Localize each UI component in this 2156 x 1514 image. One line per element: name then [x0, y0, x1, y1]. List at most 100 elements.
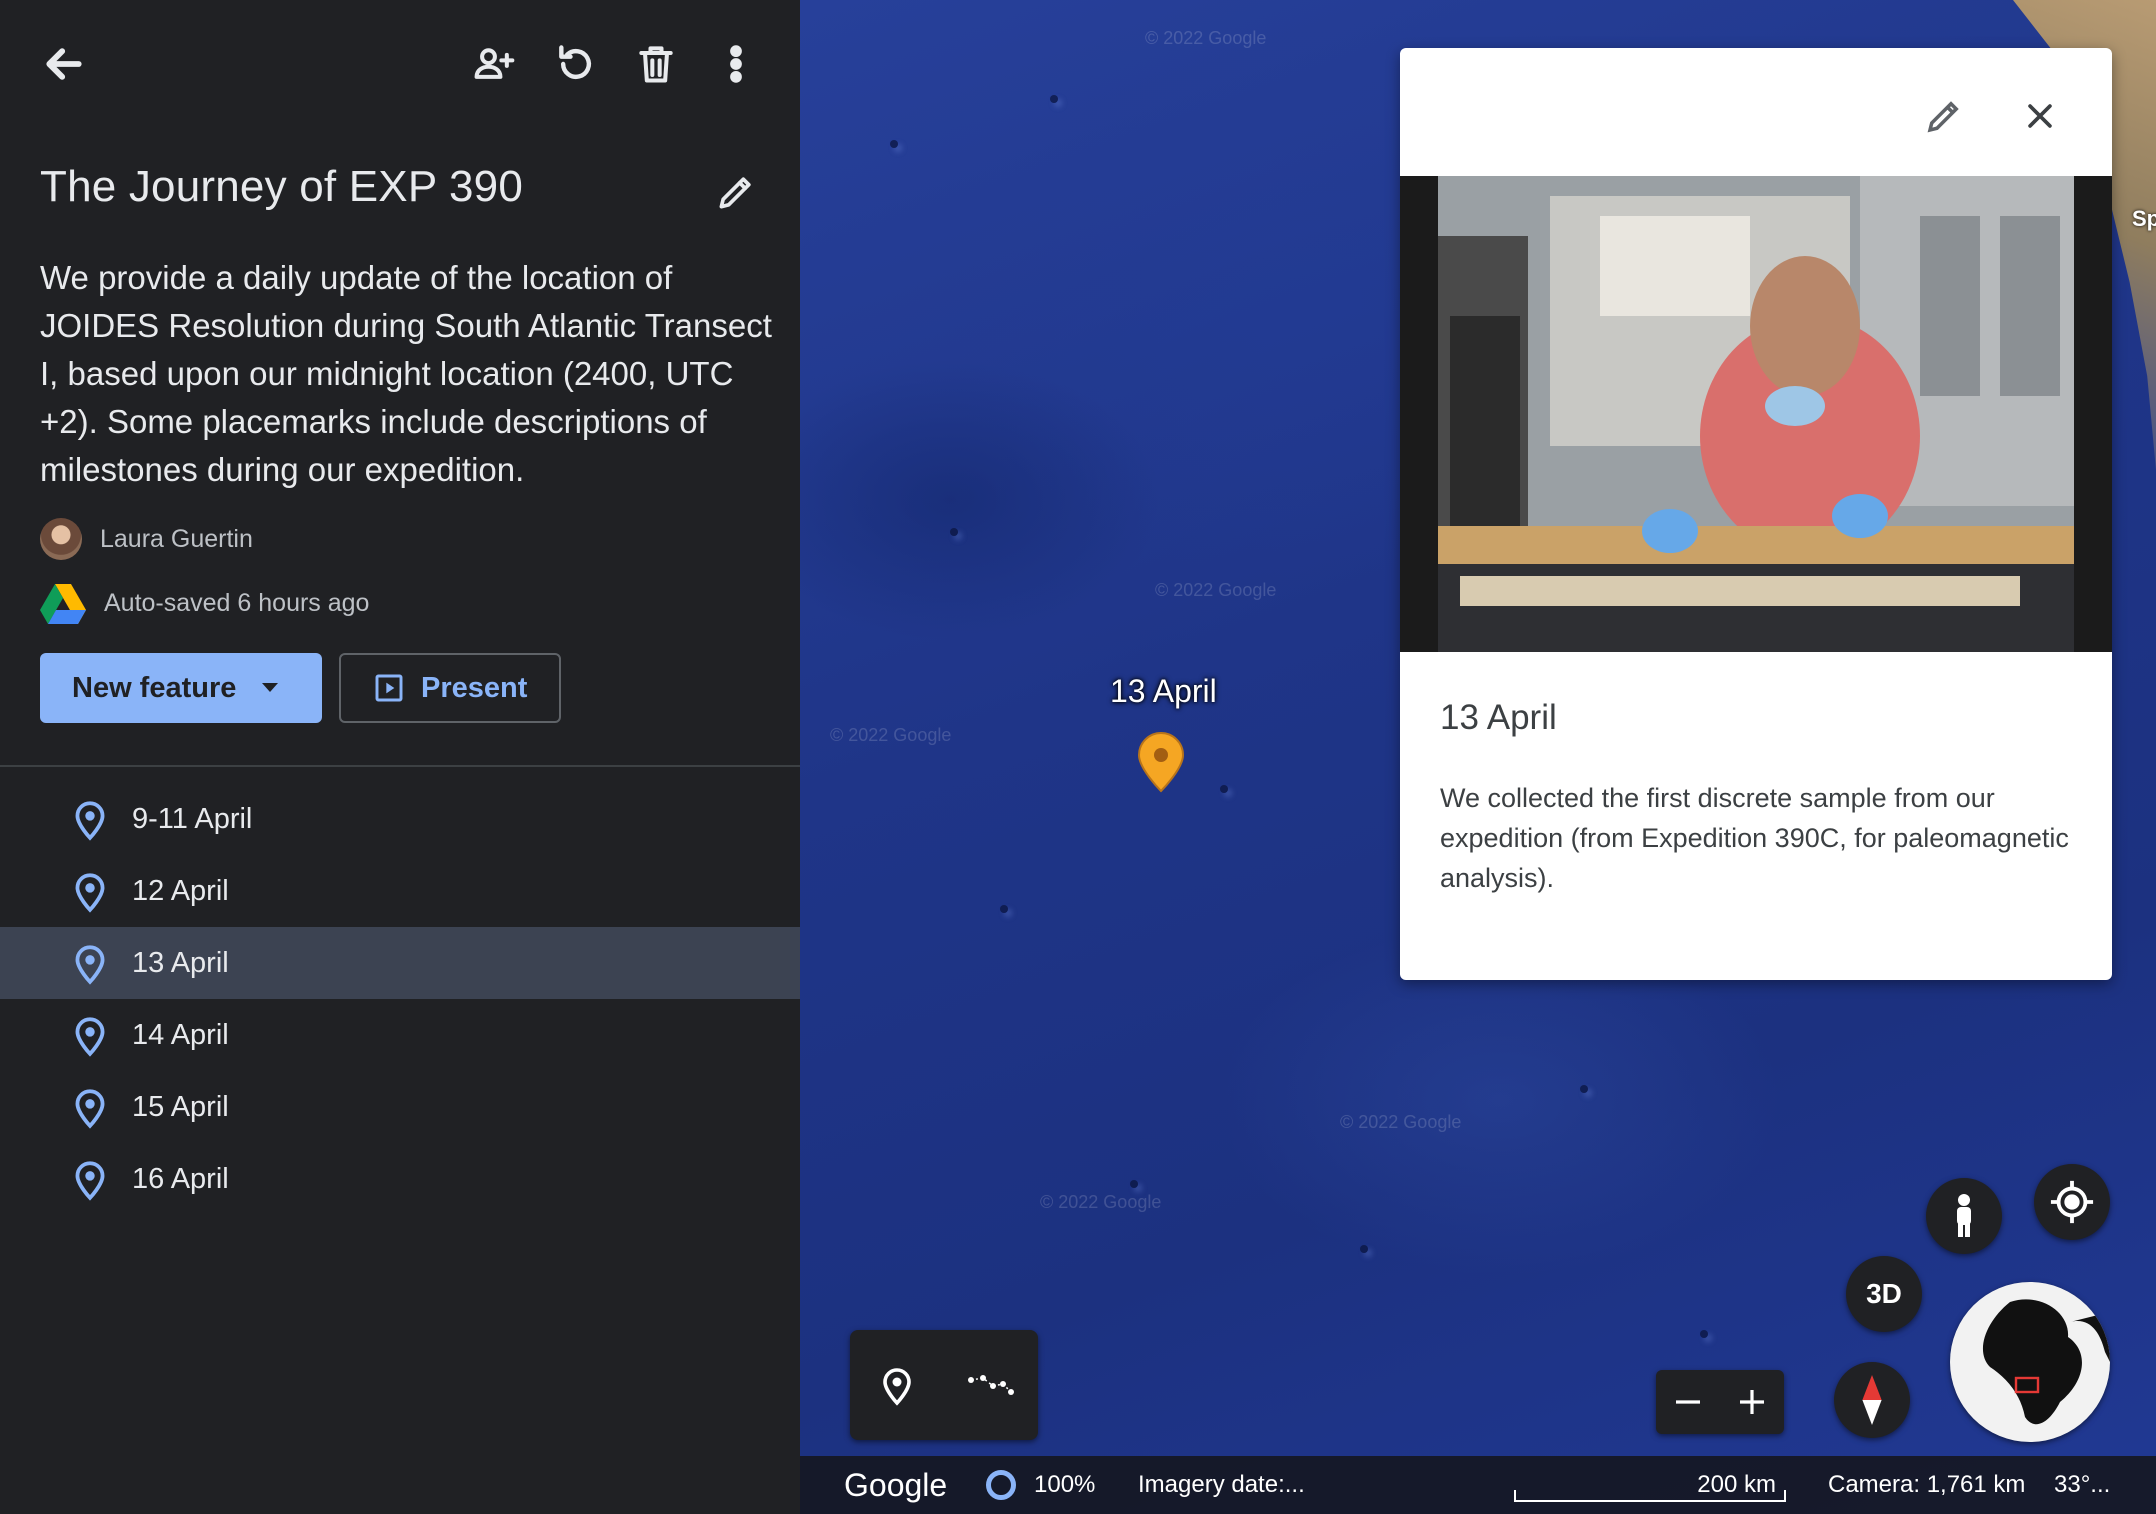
- lab-photo-illustration: [1400, 176, 2112, 652]
- scale-line: [1514, 1490, 1786, 1502]
- more-options-button[interactable]: [708, 36, 764, 92]
- compass-button[interactable]: [1834, 1362, 1910, 1438]
- load-status: 100%: [986, 1456, 1095, 1514]
- placemark-icon: [70, 1157, 110, 1201]
- feature-item[interactable]: 9-11 April: [0, 783, 800, 855]
- placemark-icon: [883, 1368, 911, 1406]
- map-watermark: © 2022 Google: [1155, 580, 1277, 600]
- pegman-button[interactable]: [1926, 1178, 2002, 1254]
- feature-item[interactable]: 15 April: [0, 1071, 800, 1143]
- google-drive-icon: [40, 584, 86, 624]
- seafloor-feature: [1130, 1180, 1138, 1188]
- camera-altitude: Camera: 1,761 km: [1828, 1471, 2026, 1498]
- map-watermark: © 2022 Google: [1040, 1192, 1162, 1212]
- seafloor-feature: [1000, 905, 1008, 913]
- zoom-in-button[interactable]: [1728, 1378, 1776, 1426]
- card-title: 13 April: [1440, 698, 1557, 737]
- close-card-button[interactable]: [2010, 86, 2070, 146]
- seafloor-feature: [1700, 1330, 1708, 1338]
- new-feature-button[interactable]: New feature: [40, 653, 322, 723]
- feature-label: 13 April: [132, 946, 229, 979]
- author-name: Laura Guertin: [100, 524, 253, 553]
- add-placemark-button[interactable]: [867, 1355, 927, 1415]
- map-view[interactable]: Sp © 2022 Google © 2022 Google © 2022 Go…: [800, 0, 2156, 1514]
- seafloor-feature: [1360, 1245, 1368, 1253]
- zoom-out-button[interactable]: [1664, 1378, 1712, 1426]
- map-watermark: © 2022 Google: [1340, 1112, 1462, 1132]
- load-percent: 100%: [1034, 1471, 1096, 1498]
- undo-button[interactable]: [548, 36, 604, 92]
- seafloor-feature: [890, 140, 898, 148]
- present-button[interactable]: Present: [339, 653, 561, 723]
- placemark-label: 13 April: [1110, 673, 1217, 709]
- feature-label: 15 April: [132, 1090, 229, 1123]
- seafloor-feature: [1220, 785, 1228, 793]
- pencil-icon: [719, 177, 751, 209]
- minus-icon: [1676, 1400, 1700, 1404]
- partial-place-label: Sp: [2132, 206, 2156, 231]
- placemark-icon: [70, 941, 110, 985]
- placemark-marker[interactable]: [1137, 731, 1185, 798]
- feature-label: 16 April: [132, 1162, 229, 1195]
- overview-globe[interactable]: [1950, 1282, 2110, 1442]
- crosshair-icon: [2050, 1180, 2094, 1224]
- feature-item[interactable]: 14 April: [0, 999, 800, 1071]
- my-location-button[interactable]: [2034, 1164, 2110, 1240]
- seafloor-feature: [1050, 95, 1058, 103]
- placemark-icon: [70, 869, 110, 913]
- edit-title-button[interactable]: [708, 164, 764, 220]
- map-pin-icon: [1137, 732, 1185, 793]
- edit-feature-button[interactable]: [1914, 86, 1974, 146]
- feature-label: 9-11 April: [132, 802, 253, 835]
- map-watermark: © 2022 Google: [1145, 28, 1267, 48]
- feature-item[interactable]: 16 April: [0, 1143, 800, 1215]
- 3d-label: 3D: [1866, 1278, 1902, 1309]
- new-feature-label: New feature: [72, 671, 237, 704]
- placemark-icon: [70, 1085, 110, 1129]
- draw-line-button[interactable]: [961, 1355, 1021, 1415]
- close-icon: [2028, 104, 2052, 128]
- status-bar: Google 100% Imagery date:... 200 km Came…: [800, 1456, 2156, 1514]
- project-description: We provide a daily update of the locatio…: [40, 259, 772, 488]
- google-logo: Google: [844, 1466, 948, 1503]
- project-title: The Journey of EXP 390: [40, 162, 524, 211]
- coordinates: 33°...: [2054, 1471, 2111, 1498]
- back-button[interactable]: [36, 36, 92, 92]
- 3d-toggle-button[interactable]: 3D: [1846, 1256, 1922, 1332]
- caret-down-icon: [262, 683, 279, 692]
- trash-icon: [639, 46, 673, 83]
- feature-photo: [1400, 176, 2112, 652]
- delete-button[interactable]: [628, 36, 684, 92]
- pencil-icon: [1927, 101, 1959, 133]
- seafloor-feature: [950, 528, 958, 536]
- pegman-icon: [1957, 1194, 1971, 1237]
- share-button[interactable]: [466, 36, 522, 92]
- undo-icon: [559, 45, 592, 80]
- loading-ring-icon: [986, 1470, 1016, 1500]
- person-add-icon: [474, 48, 515, 79]
- avatar: [40, 518, 82, 560]
- compass-icon: [1862, 1375, 1882, 1425]
- project-panel: The Journey of EXP 390 We provide a dail…: [0, 0, 800, 1514]
- placemark-icon: [70, 797, 110, 841]
- imagery-date[interactable]: Imagery date:...: [1138, 1456, 1305, 1514]
- feature-label: 12 April: [132, 874, 229, 907]
- feature-list: 9-11 April 12 April 13 April 14 April 15…: [0, 783, 800, 1215]
- divider: [0, 765, 800, 767]
- placemark-icon: [70, 1013, 110, 1057]
- save-status: Auto-saved 6 hours ago: [104, 588, 370, 617]
- zoom-control: [1656, 1370, 1784, 1434]
- present-icon: [375, 674, 403, 702]
- feature-item[interactable]: 12 April: [0, 855, 800, 927]
- globe-map-icon: [1982, 1299, 2110, 1425]
- author-row: Laura Guertin: [40, 518, 253, 560]
- arrow-back-icon: [46, 48, 82, 80]
- card-description: We collected the first discrete sample f…: [1440, 783, 2069, 893]
- feature-label: 14 April: [132, 1018, 229, 1051]
- feature-item-selected[interactable]: 13 April: [0, 927, 800, 999]
- drawing-tools: [850, 1330, 1038, 1440]
- seafloor-feature: [1580, 1085, 1588, 1093]
- plus-icon: [1740, 1390, 1764, 1414]
- present-label: Present: [421, 671, 528, 704]
- map-watermark: © 2022 Google: [830, 725, 952, 745]
